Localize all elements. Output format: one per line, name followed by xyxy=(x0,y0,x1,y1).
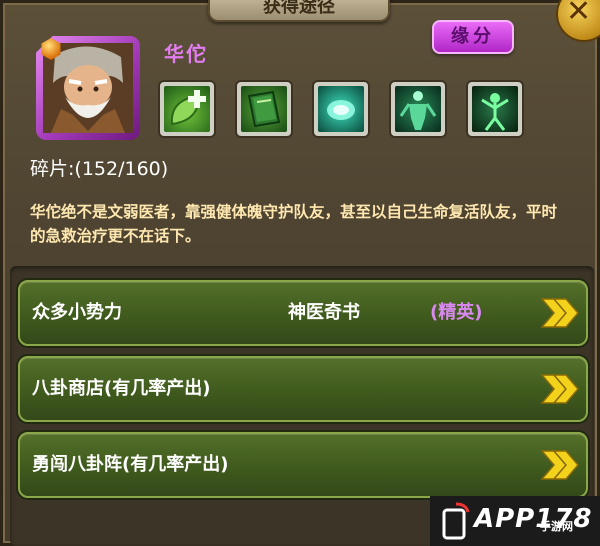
fragments-count: 碎片:(152/160) xyxy=(30,154,168,181)
source-row-2[interactable]: 八卦商店(有几率产出) xyxy=(18,356,588,422)
skill-slot-1[interactable] xyxy=(160,82,214,136)
double-chevron-right-icon xyxy=(540,450,579,480)
acquisition-panel: 获得途径 ✕ 华佗 缘分 碎片:(152/160) 华佗绝不是文弱医者，靠强健体… xyxy=(0,0,600,546)
watermark: APP178 手游网 xyxy=(430,496,600,546)
watermark-sub: 手游网 xyxy=(540,520,573,533)
source-label: 众多小势力 xyxy=(32,302,122,323)
skill-slot-3[interactable] xyxy=(314,82,368,136)
body-silhouette-icon xyxy=(399,91,437,130)
fate-button[interactable]: 缘分 xyxy=(432,20,514,54)
double-chevron-right-icon xyxy=(540,298,579,328)
source-label: 八卦商店(有几率产出) xyxy=(32,378,211,399)
figure-burst-icon xyxy=(481,93,509,131)
skill-slot-5[interactable] xyxy=(468,82,522,136)
fragments-label: 碎片: xyxy=(30,158,75,180)
panel-title: 获得途径 xyxy=(208,0,390,22)
medical-book-icon xyxy=(247,90,281,128)
fragments-value: (152/160) xyxy=(74,158,169,180)
source-tag: (精英) xyxy=(430,302,483,323)
healing-leaf-icon xyxy=(170,90,206,126)
close-icon: ✕ xyxy=(566,0,592,29)
source-row-3[interactable]: 勇闯八卦阵(有几率产出) xyxy=(18,432,588,498)
source-row-1[interactable]: 众多小势力 神医奇书 (精英) xyxy=(18,280,588,346)
skill-slot-2[interactable] xyxy=(237,82,291,136)
hero-name: 华佗 xyxy=(164,42,208,66)
hero-description: 华佗绝不是文弱医者，靠强健体魄守护队友，甚至以自己生命复活队友，平时的急救治疗更… xyxy=(30,203,558,245)
source-label: 勇闯八卦阵(有几率产出) xyxy=(32,454,229,475)
green-aura-icon xyxy=(327,100,355,120)
source-item: 神医奇书 xyxy=(288,302,360,323)
double-chevron-right-icon xyxy=(540,374,579,404)
skill-slot-4[interactable] xyxy=(391,82,445,136)
watermark-brand: APP178 xyxy=(474,504,593,534)
close-button[interactable]: ✕ xyxy=(556,0,600,42)
phone-logo-icon xyxy=(442,502,470,540)
